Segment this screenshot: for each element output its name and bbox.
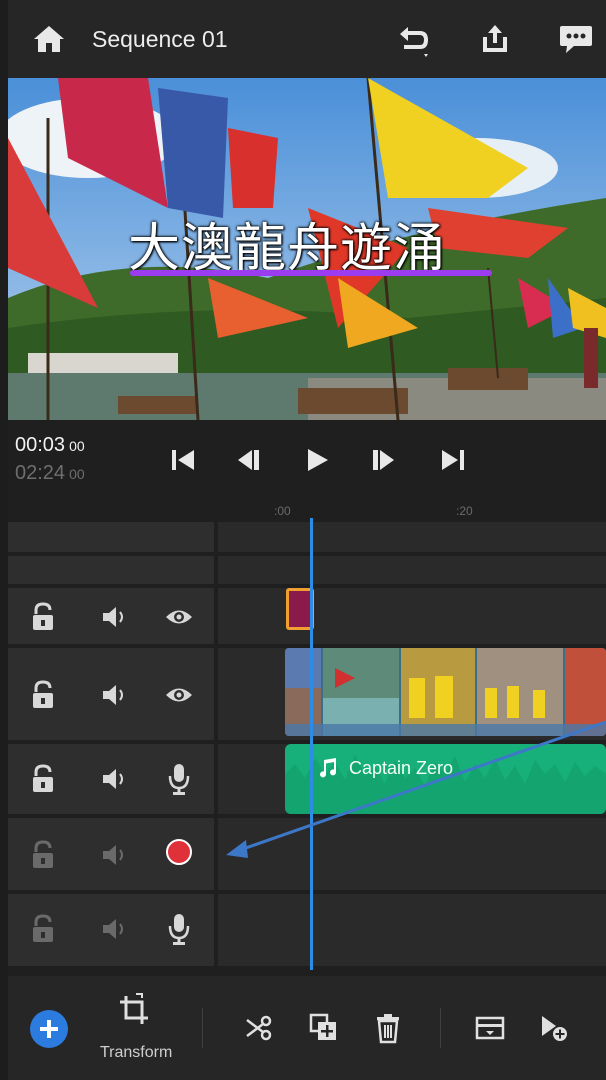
bottom-toolbar: Transform: [8, 976, 606, 1080]
audio-clip-label: Captain Zero: [349, 758, 454, 778]
speaker-icon[interactable]: [100, 682, 130, 708]
app-frame: Sequence 01 大澳龍舟遊涌 00:03 00 02:24 00:00…: [8, 0, 606, 1080]
transform-label[interactable]: Transform: [100, 1044, 172, 1062]
play-icon[interactable]: [302, 446, 332, 474]
speaker-icon[interactable]: [100, 604, 130, 630]
track-lane[interactable]: [218, 894, 606, 966]
fill-icon[interactable]: [474, 1012, 506, 1044]
audio-clip[interactable]: Captain Zero: [285, 744, 606, 814]
empty-track-row: [8, 522, 606, 552]
playhead[interactable]: [310, 518, 313, 970]
top-bar: Sequence 01: [8, 0, 606, 78]
previous-frame-icon[interactable]: [234, 446, 264, 474]
audio-track-2: [8, 818, 606, 890]
microphone-icon[interactable]: [168, 912, 190, 946]
total-frames: 00: [69, 466, 85, 482]
duplicate-icon[interactable]: [308, 1012, 340, 1044]
lock-icon[interactable]: [30, 764, 56, 794]
toolbar-divider: [202, 1008, 203, 1048]
video-preview[interactable]: 大澳龍舟遊涌: [8, 78, 606, 420]
eye-icon[interactable]: [164, 606, 194, 628]
title-overlay-underline: [130, 270, 492, 276]
next-frame-icon[interactable]: [368, 446, 398, 474]
lock-icon[interactable]: [30, 602, 56, 632]
skip-to-end-icon[interactable]: [438, 446, 468, 474]
track-header: [8, 894, 214, 966]
ruler-tick-mid: :20: [456, 504, 473, 518]
speaker-icon[interactable]: [100, 916, 130, 942]
share-icon[interactable]: [478, 22, 512, 56]
total-timecode: 02:24 00: [15, 462, 85, 485]
add-icon: [40, 1020, 58, 1038]
track-header: [8, 744, 214, 814]
track-lane[interactable]: [218, 818, 606, 890]
lock-icon[interactable]: [30, 680, 56, 710]
add-media-icon[interactable]: [538, 1012, 570, 1044]
speaker-icon[interactable]: [100, 842, 130, 868]
current-frames: 00: [69, 438, 85, 454]
speaker-icon[interactable]: [100, 766, 130, 792]
current-time: 00:03: [15, 434, 66, 456]
transform-icon[interactable]: [116, 992, 152, 1028]
track-header: [8, 648, 214, 740]
track-lane[interactable]: [218, 588, 606, 644]
eye-icon[interactable]: [164, 684, 194, 706]
add-button[interactable]: [30, 1010, 68, 1048]
home-icon[interactable]: [32, 24, 66, 54]
track-lane-empty: [218, 556, 606, 584]
timeline-ruler[interactable]: :00 :20: [8, 500, 606, 522]
track-lane-empty: [218, 522, 606, 552]
skip-to-start-icon[interactable]: [168, 446, 198, 474]
microphone-icon[interactable]: [168, 762, 190, 796]
music-note-icon: [320, 758, 337, 778]
comment-icon[interactable]: [558, 22, 594, 56]
empty-track-row: [8, 556, 606, 584]
track-header-empty: [8, 556, 214, 584]
current-timecode: 00:03 00: [15, 434, 85, 457]
video-clip[interactable]: [285, 648, 606, 736]
transport-controls: 00:03 00 02:24 00: [8, 420, 606, 500]
total-time: 02:24: [15, 462, 66, 484]
track-header-empty: [8, 522, 214, 552]
video-clip-thumbnails: [285, 648, 606, 736]
scissors-icon[interactable]: [244, 1012, 276, 1044]
toolbar-divider: [440, 1008, 441, 1048]
audio-track-3: [8, 894, 606, 966]
sequence-title[interactable]: Sequence 01: [92, 26, 228, 53]
lock-icon[interactable]: [30, 840, 56, 870]
ruler-tick-start: :00: [274, 504, 291, 518]
track-header: [8, 588, 214, 644]
lock-icon[interactable]: [30, 914, 56, 944]
record-icon[interactable]: [166, 839, 192, 865]
undo-icon[interactable]: [394, 22, 434, 58]
delete-icon[interactable]: [372, 1012, 404, 1044]
